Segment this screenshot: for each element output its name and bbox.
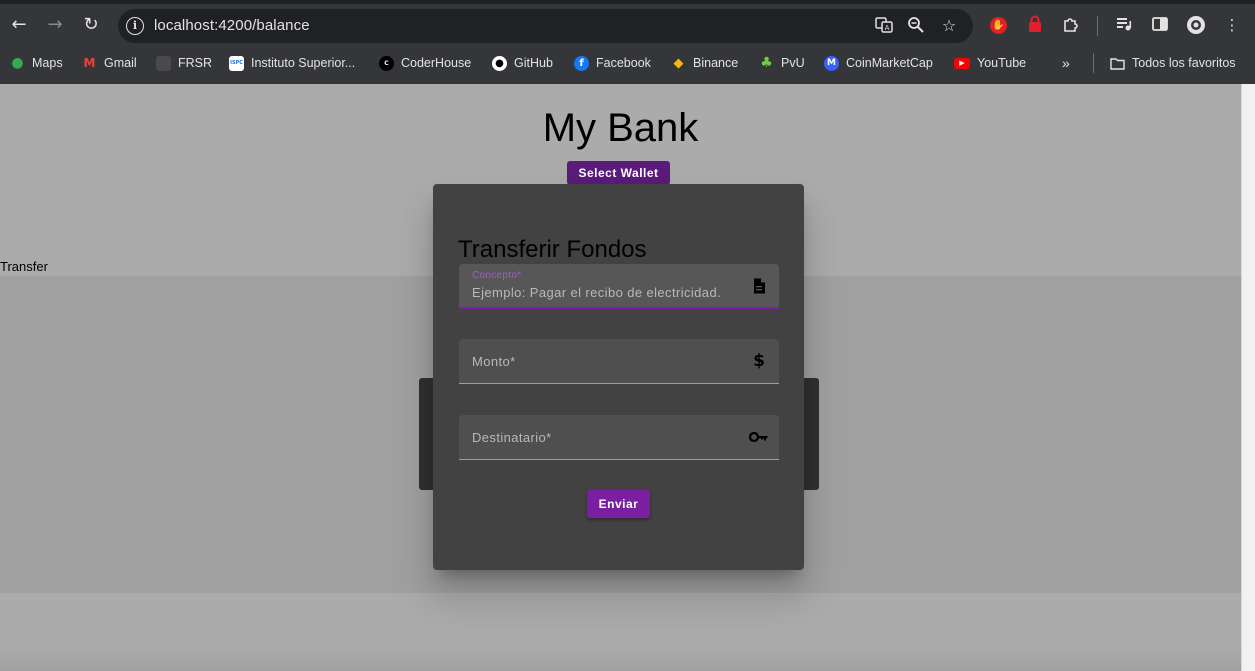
facebook-icon: f [574, 55, 589, 71]
recipient-label[interactable]: Destinatario* [472, 430, 552, 445]
page-scrollbar[interactable] [1241, 84, 1255, 671]
key-icon [748, 428, 769, 446]
bookmark-label: YouTube [977, 56, 1027, 70]
send-button[interactable]: Enviar [587, 490, 650, 518]
select-wallet-button[interactable]: Select Wallet [567, 161, 670, 185]
transfer-dialog: Transferir Fondos Concepto* Ejemplo: Pag… [433, 184, 804, 570]
site-info-icon[interactable]: i [126, 17, 144, 35]
amount-field[interactable]: Monto* $ [459, 339, 779, 384]
back-button[interactable]: ← [7, 13, 31, 37]
bookmark-coinmarketcap[interactable]: M CoinMarketCap [824, 54, 933, 72]
bookmark-label: Gmail [104, 56, 137, 70]
bookmark-frsr[interactable]: FRSR [156, 54, 212, 72]
extensions-puzzle-icon[interactable] [1061, 15, 1081, 35]
side-panel-icon[interactable] [1150, 15, 1170, 35]
bookmark-label: CoinMarketCap [846, 56, 933, 70]
dialog-title: Transferir Fondos [458, 236, 647, 263]
bookmark-github[interactable]: ● GitHub [492, 54, 553, 72]
tab-strip [0, 0, 1255, 4]
profile-avatar-icon[interactable] [1186, 15, 1206, 35]
browser-chrome: ← → ↻ i localhost:4200/balance A ☆ ✋ ⋮ ●… [0, 0, 1255, 84]
folder-icon [1110, 56, 1125, 71]
bookmark-label: Binance [693, 56, 739, 70]
all-bookmarks-folder[interactable]: Todos los favoritos [1110, 54, 1236, 72]
bookmark-label: Todos los favoritos [1132, 56, 1236, 70]
gmail-icon: M [83, 56, 96, 70]
bookmark-maps[interactable]: ● Maps [10, 54, 63, 72]
more-bookmarks-button[interactable]: » [1062, 54, 1070, 72]
maps-icon: ● [11, 55, 24, 71]
bookmark-coderhouse[interactable]: C CoderHouse [379, 54, 471, 72]
url-text[interactable]: localhost:4200/balance [154, 17, 310, 34]
coinmarketcap-icon: M [824, 55, 839, 71]
bookmark-label: CoderHouse [401, 56, 472, 70]
concept-input[interactable]: Ejemplo: Pagar el recibo de electricidad… [472, 285, 721, 300]
reload-button[interactable]: ↻ [79, 13, 103, 37]
bookmark-label: Facebook [596, 56, 651, 70]
dollar-icon: $ [753, 351, 765, 371]
concept-field[interactable]: Concepto* Ejemplo: Pagar el recibo de el… [459, 264, 779, 309]
document-icon [750, 277, 768, 295]
bookmark-label: Maps [32, 56, 63, 70]
youtube-icon: ▶ [954, 57, 970, 69]
address-bar[interactable]: i localhost:4200/balance A ☆ [118, 9, 973, 43]
bookmark-label: GitHub [514, 56, 553, 70]
forward-button[interactable]: → [43, 13, 67, 37]
media-control-icon[interactable] [1114, 15, 1134, 35]
extension-hand-icon[interactable]: ✋ [990, 17, 1007, 34]
bookmark-label: PvU [781, 56, 805, 70]
chrome-menu-icon[interactable]: ⋮ [1222, 15, 1242, 35]
recipient-field[interactable]: Destinatario* [459, 415, 779, 460]
bookmark-youtube[interactable]: ▶ YouTube [954, 54, 1026, 72]
coderhouse-icon: C [379, 55, 394, 71]
transfer-label: Transfer [0, 259, 48, 274]
bookmark-pvu[interactable]: ♣ PvU [759, 54, 805, 72]
bookmark-gmail[interactable]: M Gmail [82, 54, 137, 72]
amount-label[interactable]: Monto* [472, 354, 516, 369]
bookmark-label: FRSR [178, 56, 213, 70]
github-icon: ● [492, 55, 507, 71]
svg-text:A: A [885, 24, 890, 32]
binance-icon: ◆ [673, 55, 684, 71]
translate-icon[interactable]: A [874, 16, 894, 36]
concept-label: Concepto* [472, 270, 522, 281]
pvu-icon: ♣ [760, 55, 773, 71]
ispc-icon: ISPC [229, 55, 244, 71]
frsr-icon [156, 55, 171, 71]
zoom-icon[interactable] [906, 16, 926, 36]
chevron-double-right-icon: » [1062, 55, 1070, 71]
bookmark-facebook[interactable]: f Facebook [574, 54, 651, 72]
page-title: My Bank [542, 106, 699, 150]
bookmark-label: Instituto Superior... [251, 56, 356, 70]
bookmark-instituto[interactable]: ISPC Instituto Superior... [229, 54, 355, 72]
bookmark-binance[interactable]: ◆ Binance [671, 54, 739, 72]
bookmarks-bar: ● Maps M Gmail FRSR ISPC Instituto Super… [0, 50, 1255, 76]
extension-lock-icon[interactable] [1025, 15, 1045, 35]
bookmark-star-icon[interactable]: ☆ [939, 16, 959, 36]
